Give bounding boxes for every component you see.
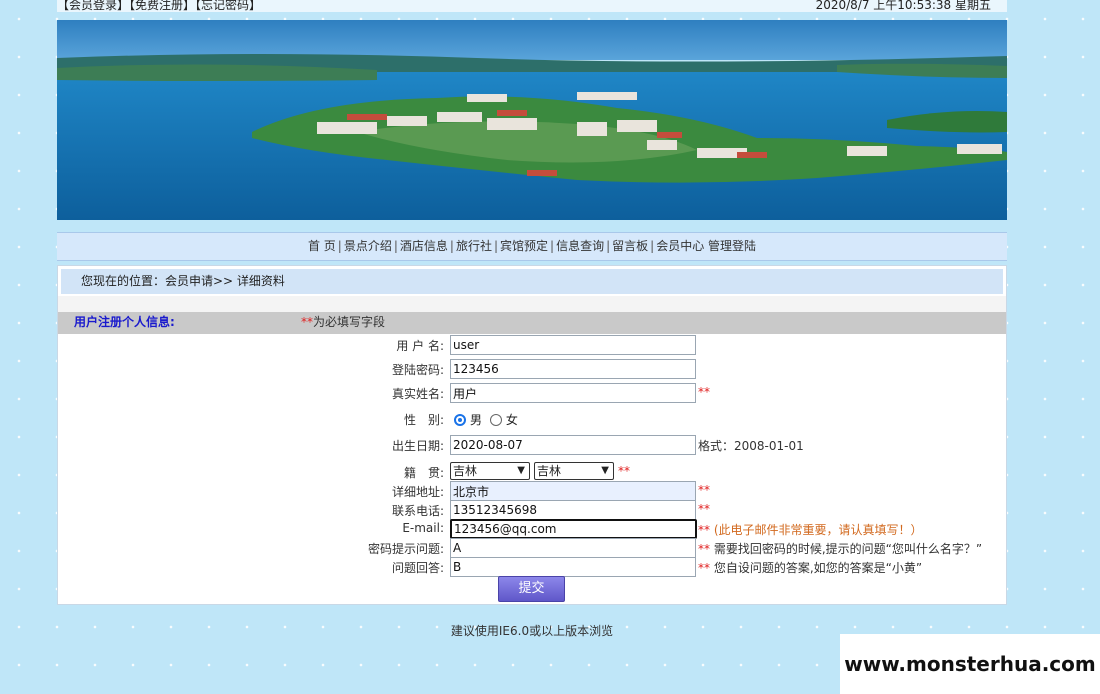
current-datetime: 2020/8/7 上午10:53:38 星期五 — [815, 0, 991, 12]
required-note: **为必填写字段 — [301, 315, 386, 329]
question-hint: 需要找回密码的时候,提示的问题“您叫什么名字？” — [713, 542, 983, 556]
nav-member-center[interactable]: 会员中心 — [656, 239, 704, 253]
gender-female-label: 女 — [505, 413, 518, 427]
required-mark: ** — [698, 385, 710, 399]
province-select[interactable]: 吉林 ▼ — [450, 462, 530, 480]
required-mark: ** — [698, 483, 710, 497]
top-bar: 【会员登录】【免费注册】【忘记密码】 2020/8/7 上午10:53:38 星… — [57, 0, 1007, 12]
nav-info-query[interactable]: 信息查询 — [556, 239, 604, 253]
answer-hint: 您自设问题的答案,如您的答案是“小黄” — [713, 561, 923, 575]
birthday-row: 出生日期: 格式：2008-01-01 — [58, 435, 1006, 455]
breadcrumb: 您现在的位置：会员申请>> 详细资料 — [61, 269, 1003, 294]
answer-input[interactable] — [450, 557, 696, 577]
phone-row: 联系电话: ** — [58, 500, 1006, 520]
question-row: 密码提示问题: ** 需要找回密码的时候,提示的问题“您叫什么名字？” — [58, 538, 1006, 558]
nav-hotels[interactable]: 酒店信息 — [400, 239, 448, 253]
realname-input[interactable] — [450, 383, 696, 403]
required-mark: ** — [698, 523, 710, 537]
username-row: 用 户 名: — [58, 335, 1006, 355]
required-mark: ** — [698, 542, 710, 556]
address-input[interactable] — [450, 481, 696, 501]
password-question-input[interactable] — [450, 538, 696, 558]
birthday-format-hint: 格式：2008-01-01 — [698, 439, 804, 453]
username-input[interactable] — [450, 335, 696, 355]
nav-home[interactable]: 首 页 — [308, 239, 336, 253]
answer-row: 问题回答: ** 您自设问题的答案,如您的答案是“小黄” — [58, 557, 1006, 577]
required-mark: ** — [698, 502, 710, 516]
chevron-down-icon: ▼ — [517, 465, 525, 476]
birthday-input[interactable] — [450, 435, 696, 455]
forgot-password-link[interactable]: 【忘记密码】 — [195, 0, 261, 12]
section-title: 用户注册个人信息: — [74, 315, 175, 329]
phone-input[interactable] — [450, 500, 696, 520]
banner-image — [57, 20, 1007, 220]
nav-travel-agency[interactable]: 旅行社 — [456, 239, 492, 253]
gender-male-radio[interactable] — [454, 413, 466, 426]
required-mark: ** — [698, 561, 710, 575]
form-section-header: 用户注册个人信息: **为必填写字段 — [58, 312, 1006, 334]
watermark: www.monsterhua.com — [840, 634, 1100, 694]
address-row: 详细地址: ** — [58, 481, 1006, 501]
registration-panel: 您现在的位置：会员申请>> 详细资料 用户注册个人信息: **为必填写字段 用 … — [57, 265, 1007, 605]
required-mark: ** — [618, 464, 630, 478]
gender-radio-group: 男 女 — [454, 411, 518, 428]
gender-row: 性 别: 男 女 — [403, 411, 518, 428]
password-input[interactable] — [450, 359, 696, 379]
email-hint: (此电子邮件非常重要，请认真填写！） — [713, 523, 923, 537]
nav-hotel-booking[interactable]: 宾馆预定 — [500, 239, 548, 253]
main-nav: 首 页 | 景点介绍 | 酒店信息 | 旅行社 | 宾馆预定 | 信息查询 | 留言板 | 会员中心 管理登… — [57, 232, 1007, 261]
nav-attractions[interactable]: 景点介绍 — [344, 239, 392, 253]
email-input[interactable] — [450, 519, 697, 539]
free-register-link[interactable]: 【免费注册】 — [129, 0, 195, 12]
nav-message-board[interactable]: 留言板 — [612, 239, 648, 253]
city-select[interactable]: 吉林 ▼ — [534, 462, 614, 480]
chevron-down-icon: ▼ — [601, 465, 609, 476]
member-login-link[interactable]: 【会员登录】 — [57, 0, 129, 12]
native-place-row: 籍 贯: 吉林 ▼ 吉林 ▼ ** — [403, 462, 630, 480]
submit-button[interactable]: 提交 — [498, 576, 565, 602]
email-row: E-mail: ** (此电子邮件非常重要，请认真填写！） — [58, 519, 1006, 539]
gender-female-radio[interactable] — [489, 413, 502, 426]
nav-admin-login[interactable]: 管理登陆 — [708, 239, 756, 253]
gender-male-label: 男 — [470, 413, 483, 427]
password-row: 登陆密码: — [58, 359, 1006, 379]
member-links: 【会员登录】【免费注册】【忘记密码】 — [57, 0, 261, 12]
realname-row: 真实姓名: ** — [58, 383, 1006, 403]
